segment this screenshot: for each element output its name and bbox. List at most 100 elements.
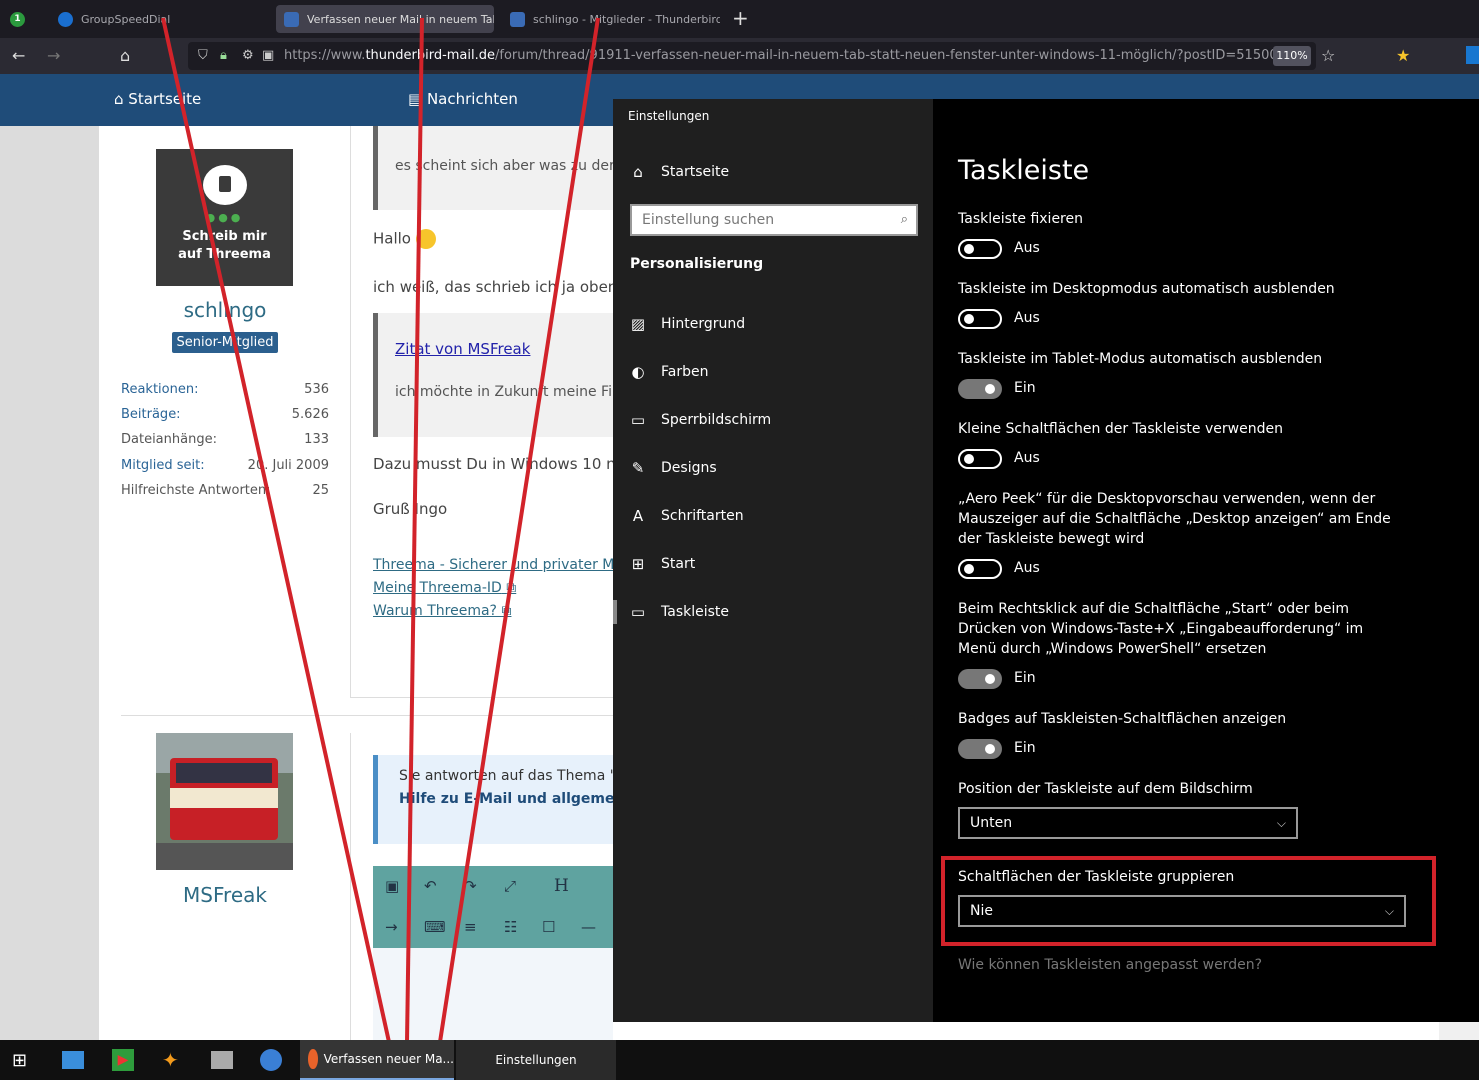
toggle-aero-peek[interactable] xyxy=(958,559,1002,579)
sidebar-item-home[interactable]: ⌂ Startseite xyxy=(629,158,729,186)
shield-icon[interactable]: ⛉ xyxy=(198,42,208,70)
tab-label: Verfassen neuer Mail in neuem Tab xyxy=(307,12,494,26)
link-why-threema[interactable]: Warum Threema? ⧉ xyxy=(373,603,511,619)
sidebar-item-lockscreen[interactable]: ▭ Sperrbildschirm xyxy=(629,406,771,434)
option-label-badges: Badges auf Taskleisten-Schaltflächen anz… xyxy=(958,711,1287,727)
username-msfreak[interactable]: MSFreak xyxy=(121,883,329,907)
tab-active-compose[interactable]: Verfassen neuer Mail in neuem Tab xyxy=(276,5,494,33)
sidebar-item-start[interactable]: ⊞ Start xyxy=(629,550,696,578)
toggle-state: Ein xyxy=(1014,380,1036,396)
sliders-icon[interactable]: ☷ xyxy=(504,918,517,936)
option-label-powershell: Beim Rechtsklick auf die Schaltfläche „S… xyxy=(958,601,1364,657)
sidebar-item-fonts[interactable]: A Schriftarten xyxy=(629,502,744,530)
extension-star-icon[interactable]: ★ xyxy=(1396,46,1410,65)
avatar-msfreak[interactable] xyxy=(156,733,293,870)
new-tab-button[interactable]: + xyxy=(732,6,749,30)
sidebar-item-colors[interactable]: ◐ Farben xyxy=(629,358,708,386)
help-link[interactable]: Wie können Taskleisten angepasst werden? xyxy=(958,957,1262,973)
option-label-autohide-desktop: Taskleiste im Desktopmodus automatisch a… xyxy=(958,281,1335,297)
hr-icon[interactable]: — xyxy=(581,918,596,936)
quote-title-link[interactable]: Zitat von MSFreak xyxy=(395,340,530,358)
settings-window: Einstellungen ⌂ Startseite Einstellung su… xyxy=(613,99,1479,1022)
group-dropdown[interactable]: Nie ⌵ xyxy=(958,895,1406,927)
position-dropdown[interactable]: Unten ⌵ xyxy=(958,807,1298,839)
forward-icon[interactable]: → xyxy=(47,46,60,65)
group-label: Schaltflächen der Taskleiste gruppieren xyxy=(958,869,1235,885)
divider xyxy=(121,715,613,716)
box-icon[interactable]: ☐ xyxy=(542,918,555,936)
quote-block-2: Zitat von MSFreak ich möchte in Zukunft … xyxy=(373,313,633,437)
taskbar-settings[interactable]: Einstellungen xyxy=(456,1040,616,1080)
windows-start-icon[interactable]: ⊞ xyxy=(12,1040,27,1080)
username-schlingo[interactable]: schlingo xyxy=(121,298,329,322)
sidebar-item-taskbar[interactable]: ▭ Taskleiste xyxy=(629,598,729,626)
home-icon: ⌂ xyxy=(633,163,643,181)
taskbar-icon: ▭ xyxy=(630,603,646,621)
tab-groupspeeddial[interactable]: GroupSpeedDial xyxy=(50,5,268,33)
toggle-state: Ein xyxy=(1014,670,1036,686)
link-threema[interactable]: Threema - Sicherer und privater Me xyxy=(373,557,623,573)
toggle-lock-taskbar[interactable] xyxy=(958,239,1002,259)
sidebar-item-designs[interactable]: ✎ Designs xyxy=(629,454,717,482)
forum-nav-news[interactable]: ▤ Nachrichten xyxy=(408,90,518,108)
toggle-badges[interactable] xyxy=(958,739,1002,759)
source-icon[interactable]: ▣ xyxy=(385,877,399,895)
back-icon[interactable]: ← xyxy=(12,46,25,65)
redo-icon[interactable]: ↷ xyxy=(464,877,477,895)
home-icon[interactable]: ⌂ xyxy=(120,46,130,65)
category-heading: Personalisierung xyxy=(630,256,764,272)
desktop-icon[interactable] xyxy=(62,1040,84,1080)
align-icon[interactable]: ≡ xyxy=(464,918,477,936)
app-butterfly-icon[interactable]: ✦ xyxy=(162,1040,179,1080)
url-prefix: https://www. xyxy=(284,48,366,63)
stat-member-since[interactable]: Mitglied seit: 20. Juli 2009 xyxy=(121,458,329,473)
link-threema-id[interactable]: Meine Threema-ID ⧉ xyxy=(373,580,516,596)
page-title: Taskleiste xyxy=(958,155,1090,186)
post-greeting: Gruß Ingo xyxy=(373,500,448,518)
toggle-small-buttons[interactable] xyxy=(958,449,1002,469)
selected-indicator xyxy=(613,600,617,624)
keyboard-icon[interactable]: ⌨ xyxy=(424,918,446,936)
toggle-state: Aus xyxy=(1014,240,1040,256)
smiley-icon xyxy=(415,229,436,249)
taskbar-firefox[interactable]: Verfassen neuer Ma... xyxy=(300,1040,454,1080)
undo-icon[interactable]: ↶ xyxy=(424,877,437,895)
forum-nav-home[interactable]: ⌂ Startseite xyxy=(114,90,201,108)
post-line-2: Dazu musst Du in Windows 10 nu xyxy=(373,455,626,473)
toggle-state: Ein xyxy=(1014,740,1036,756)
sidebar-item-background[interactable]: ▨ Hintergrund xyxy=(629,310,745,338)
lock-icon[interactable]: 🔒︎ xyxy=(220,42,227,70)
settings-sidebar: Einstellungen ⌂ Startseite Einstellung su… xyxy=(613,99,933,1022)
extension-icon[interactable] xyxy=(1466,46,1479,64)
bookmark-star-icon[interactable]: ☆ xyxy=(1321,46,1335,65)
editor-toolbar: ▣ ↶ ↷ ⤢ H → ⌨ ≡ ☷ ☐ — xyxy=(373,866,613,948)
tracking-icon[interactable]: ▣ xyxy=(262,42,274,70)
url-bar[interactable]: ⛉ 🔒︎ ⚙ ▣ https://www.thunderbird-mail.de… xyxy=(188,42,1316,70)
toggle-autohide-tablet[interactable] xyxy=(958,379,1002,399)
thunderbird-taskbar-icon[interactable] xyxy=(260,1040,282,1080)
permissions-icon[interactable]: ⚙ xyxy=(242,42,254,70)
windows-taskbar: ⊞ ▶ ✦ Verfassen neuer Ma... Einstellunge… xyxy=(0,1040,1479,1080)
option-label-small-buttons: Kleine Schaltflächen der Taskleiste verw… xyxy=(958,421,1283,437)
stat-posts[interactable]: Beiträge: 5.626 xyxy=(121,407,329,422)
tab-schlingo[interactable]: schlingo - Mitglieder - Thunderbird xyxy=(502,5,720,33)
toggle-state: Aus xyxy=(1014,450,1040,466)
media-player-icon[interactable]: ▶ xyxy=(112,1040,134,1080)
stat-reactions[interactable]: Reaktionen: 536 xyxy=(121,382,329,397)
url-host: thunderbird-mail.de xyxy=(365,48,496,63)
drive-icon[interactable] xyxy=(211,1040,233,1080)
toggle-autohide-desktop[interactable] xyxy=(958,309,1002,329)
pinned-tab[interactable]: 1 xyxy=(2,5,34,33)
fullscreen-icon[interactable]: ⤢ xyxy=(504,877,516,895)
editor-area[interactable] xyxy=(373,948,613,1040)
indent-icon[interactable]: → xyxy=(385,918,398,936)
settings-search-input[interactable]: Einstellung suchen ⌕ xyxy=(630,204,918,236)
browser-nav-bar: ← → ⌂ ⛉ 🔒︎ ⚙ ▣ https://www.thunderbird-m… xyxy=(0,38,1479,74)
option-label-lock: Taskleiste fixieren xyxy=(958,211,1083,227)
zoom-indicator[interactable]: 110% xyxy=(1273,46,1311,66)
avatar-threema[interactable]: ●●● Schreib mir auf Threema xyxy=(156,149,293,286)
heading-icon[interactable]: H xyxy=(554,876,569,896)
grid-icon: ⊞ xyxy=(631,555,645,573)
tab-label: GroupSpeedDial xyxy=(81,12,171,26)
toggle-powershell[interactable] xyxy=(958,669,1002,689)
